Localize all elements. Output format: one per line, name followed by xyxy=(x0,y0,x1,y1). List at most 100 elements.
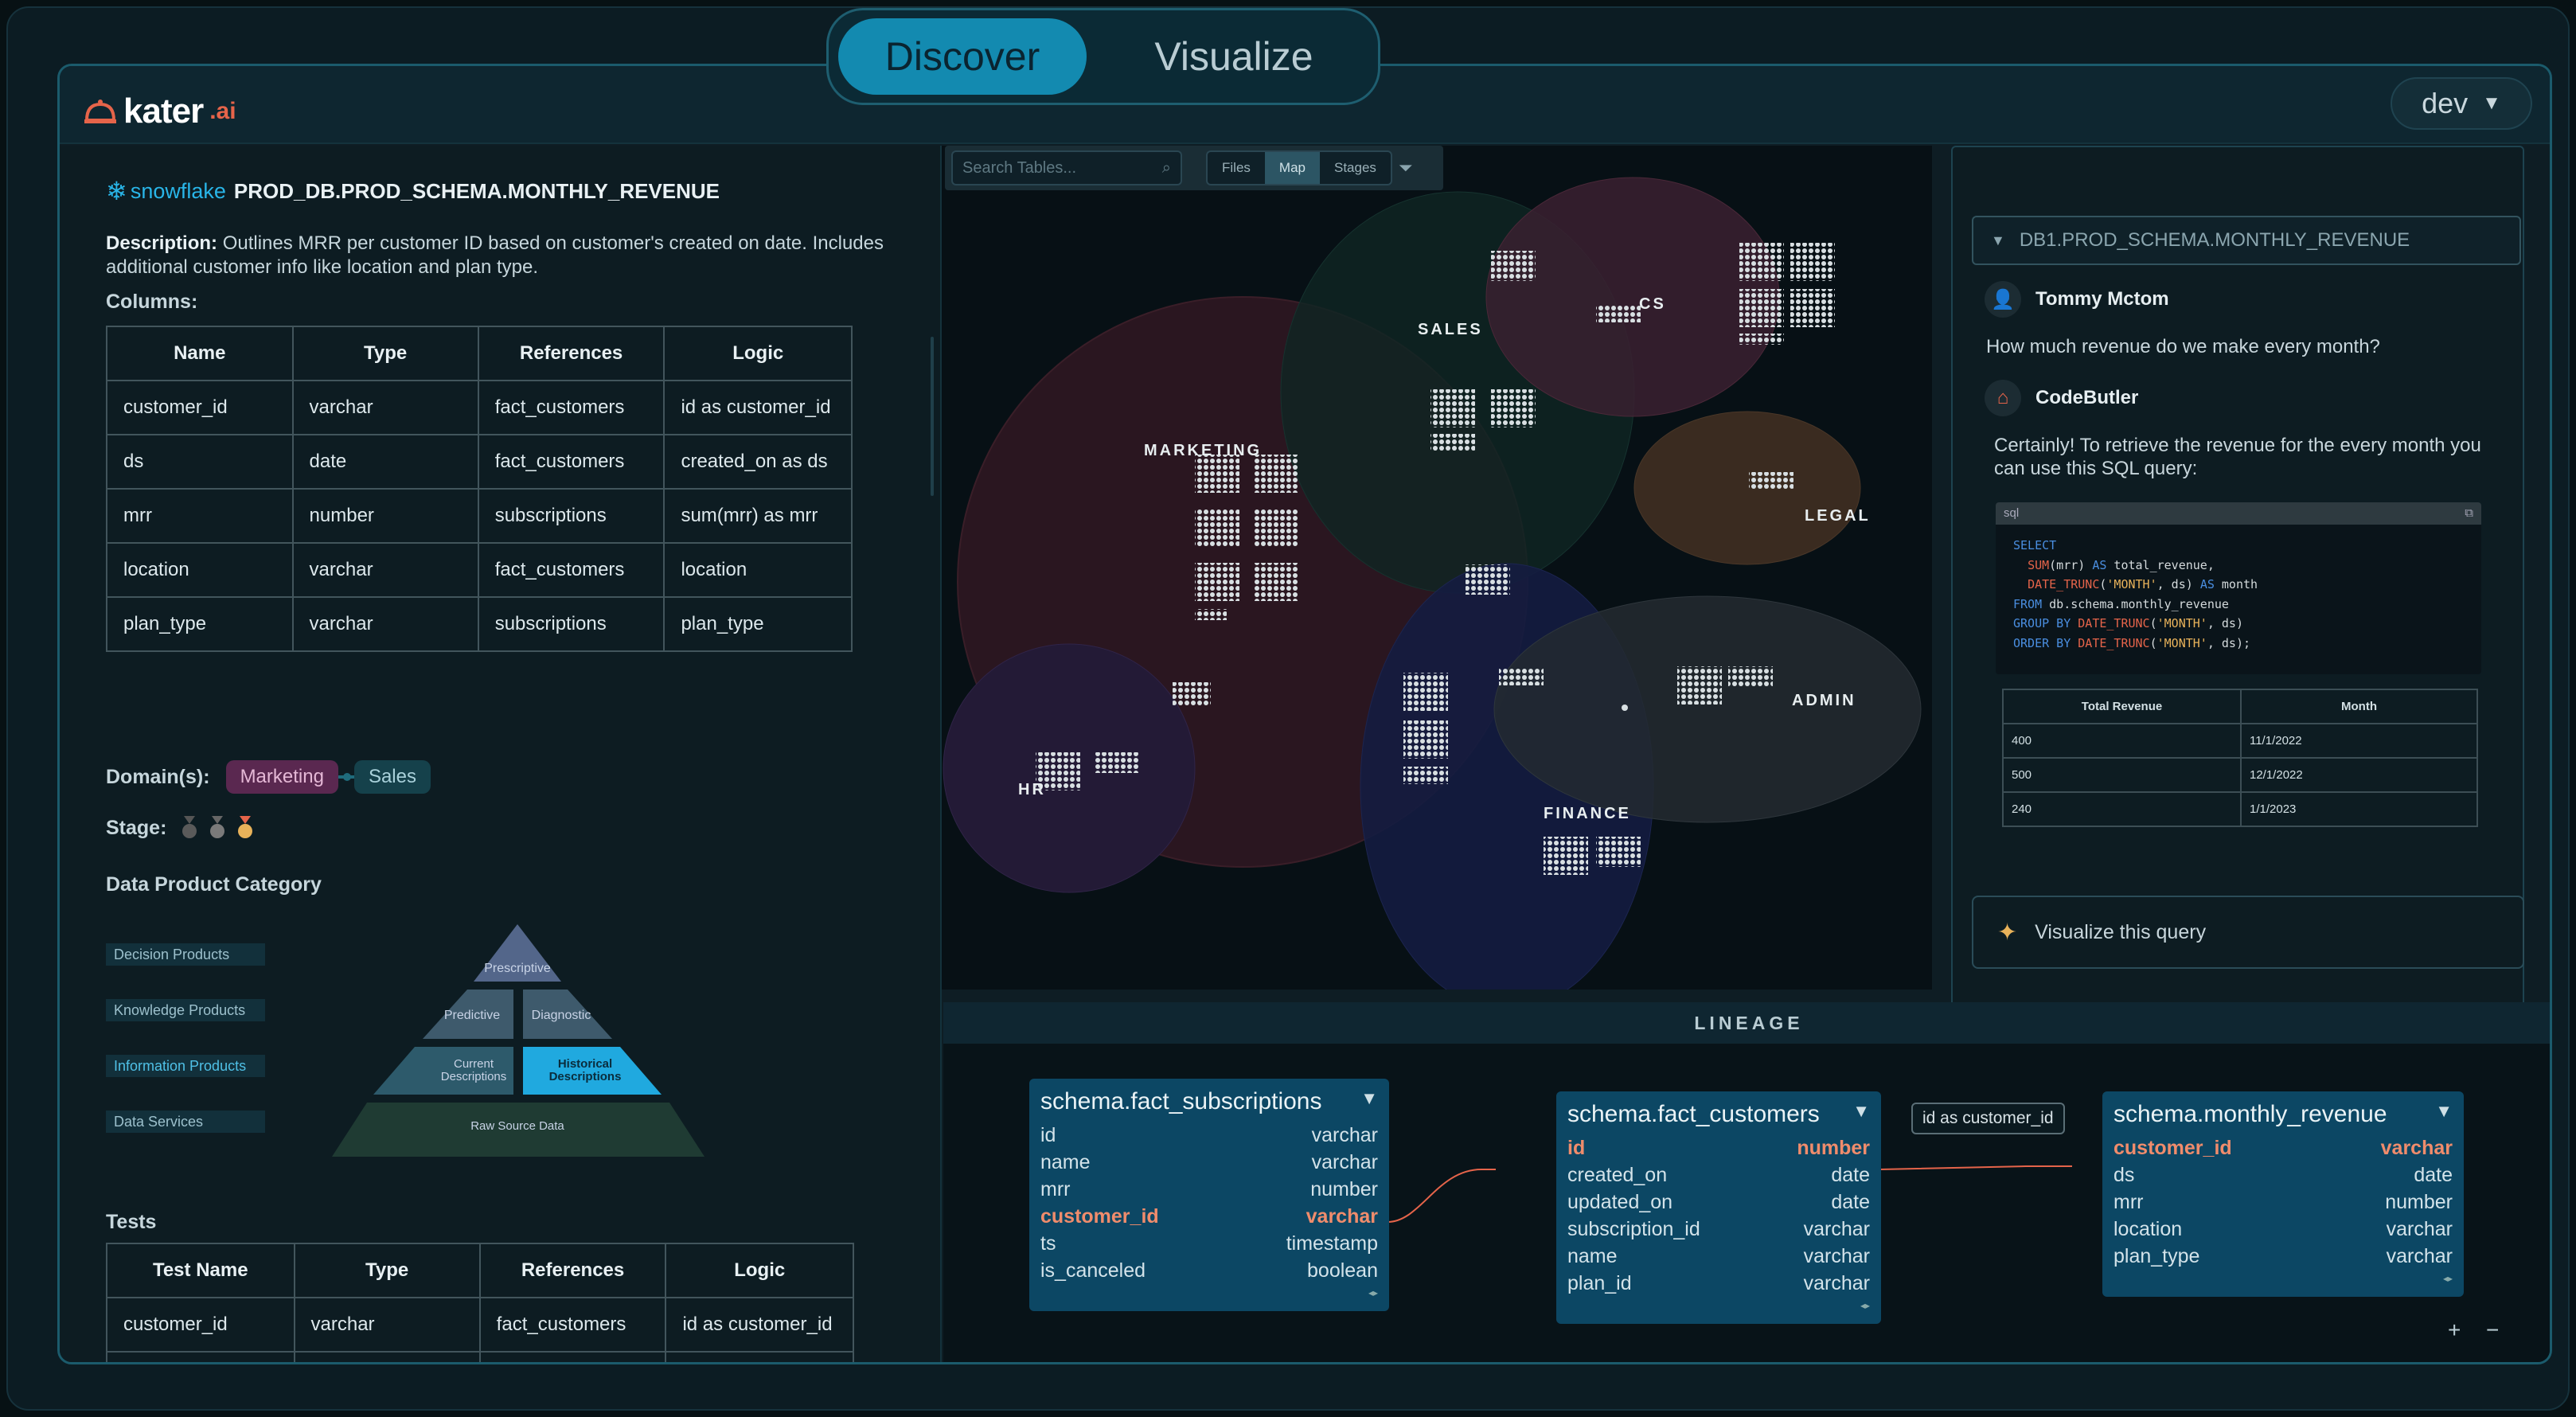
scrollbar-thumb[interactable] xyxy=(931,337,934,496)
column-header: Name xyxy=(106,326,294,381)
view-stages[interactable]: Stages xyxy=(1320,152,1391,184)
table-row: customer_id varchar fact_customers id as cu… xyxy=(106,380,853,435)
table-cluster[interactable] xyxy=(1403,767,1448,784)
user-icon: 👤 xyxy=(1985,281,2021,318)
table-cell: 1/1/2023 xyxy=(2239,791,2479,827)
table-cluster[interactable] xyxy=(1790,243,1835,281)
table-cluster[interactable] xyxy=(1728,666,1773,687)
domain-pill-sales[interactable]: Sales xyxy=(353,760,431,794)
table-cluster[interactable] xyxy=(1499,668,1544,685)
table-cluster[interactable] xyxy=(1544,837,1588,875)
domain-label-hr: HR xyxy=(1018,781,1046,798)
dataset-select[interactable]: ▼ DB1.PROD_SCHEMA.MONTHLY_REVENUE xyxy=(1972,216,2521,265)
field-type: varchar xyxy=(2386,1245,2453,1267)
pyramid-label-diagnostic: Diagnostic xyxy=(532,1009,591,1022)
node-title: schema.monthly_revenue ▼ xyxy=(2113,1101,2453,1128)
table-row: dsdatefact_customerscreated_on as ds xyxy=(106,1351,854,1362)
field-type: varchar xyxy=(2386,1218,2453,1240)
table-cluster[interactable] xyxy=(1254,563,1298,601)
domain-bubble-legal[interactable] xyxy=(1633,411,1861,565)
table-cluster[interactable] xyxy=(1491,251,1536,281)
table-cluster[interactable] xyxy=(1677,666,1722,705)
field-name: id xyxy=(1040,1124,1056,1146)
table-cluster[interactable] xyxy=(1254,455,1298,493)
category-information: Information Products xyxy=(106,1055,265,1077)
chat-panel: ▼ DB1.PROD_SCHEMA.MONTHLY_REVENUE 👤 Tommy … xyxy=(1951,146,2524,1007)
chevron-down-icon[interactable]: ▼ xyxy=(1852,1101,1870,1128)
top-nav: Discover Visualize xyxy=(826,8,1380,105)
table-cluster[interactable] xyxy=(1596,305,1641,322)
table-cell: customer_id xyxy=(106,1297,295,1353)
table-cluster[interactable] xyxy=(1430,389,1475,427)
table-node[interactable] xyxy=(1622,705,1628,711)
table-cluster[interactable] xyxy=(1739,334,1784,345)
table-cell: plan_type xyxy=(106,596,294,652)
bot-header: ⌂ CodeButler xyxy=(1985,380,2138,416)
table-cluster[interactable] xyxy=(1173,682,1211,706)
table-cell: customer_id xyxy=(106,380,294,435)
table-cluster[interactable] xyxy=(1195,609,1227,620)
table-cluster[interactable] xyxy=(1430,434,1475,451)
tab-visualize[interactable]: Visualize xyxy=(1110,18,1357,95)
lineage-node-fact-subscriptions[interactable]: schema.fact_subscriptions ▼ id varchar name v… xyxy=(1029,1079,1389,1311)
field-type: boolean xyxy=(1307,1259,1378,1282)
node-field: mrr number xyxy=(1040,1176,1378,1203)
dataset-title: ❄ snowflake PROD_DB.PROD_SCHEMA.MONTHLY_R… xyxy=(106,176,720,206)
table-cluster[interactable] xyxy=(1195,455,1239,493)
table-cluster[interactable] xyxy=(1491,389,1536,427)
field-name: customer_id xyxy=(1040,1205,1159,1228)
field-name: name xyxy=(1567,1245,1618,1267)
table-cell: 500 xyxy=(2002,757,2242,793)
view-files[interactable]: Files xyxy=(1208,152,1265,184)
chevron-down-icon[interactable]: ▼ xyxy=(2435,1101,2453,1128)
node-field: customer_id varchar xyxy=(1040,1203,1378,1230)
pyramid-label-base: Raw Source Data xyxy=(470,1120,564,1133)
table-cluster[interactable] xyxy=(1403,720,1448,759)
table-cluster[interactable] xyxy=(1739,243,1784,281)
table-cluster[interactable] xyxy=(1790,289,1835,327)
lineage-node-fact-customers[interactable]: schema.fact_customers ▼ id number created_on… xyxy=(1556,1091,1881,1324)
domain-pill-marketing[interactable]: Marketing xyxy=(225,760,338,794)
node-field: is_canceled boolean xyxy=(1040,1257,1378,1284)
tab-discover[interactable]: Discover xyxy=(838,18,1087,95)
code-language: sql xyxy=(2004,506,2020,520)
pyramid-label-predictive: Predictive xyxy=(444,1009,500,1022)
node-field: id varchar xyxy=(1040,1122,1378,1149)
table-row: location varchar fact_customers location xyxy=(106,542,853,598)
filter-icon[interactable]: ⏷ xyxy=(1399,158,1413,178)
table-cell: location xyxy=(106,542,294,598)
table-cluster[interactable] xyxy=(1403,673,1448,711)
table-cell: date xyxy=(293,1351,481,1362)
table-cluster[interactable] xyxy=(1466,564,1510,595)
table-cell: ds xyxy=(106,1351,295,1362)
visualize-query-button[interactable]: ✦ Visualize this query xyxy=(1972,896,2524,969)
column-header: Logic xyxy=(663,326,853,381)
map-canvas xyxy=(943,177,1922,990)
table-cell: date xyxy=(291,434,479,490)
chevron-down-icon[interactable]: ▼ xyxy=(1360,1088,1378,1115)
view-map[interactable]: Map xyxy=(1264,152,1320,184)
silver-medal-icon xyxy=(210,816,225,839)
field-name: is_canceled xyxy=(1040,1259,1146,1282)
search-input[interactable]: Search Tables... ⌕ xyxy=(951,150,1182,185)
zoom-out-button[interactable]: − xyxy=(2486,1317,2499,1343)
env-select[interactable]: dev ▼ xyxy=(2391,77,2532,130)
zoom-in-button[interactable]: + xyxy=(2448,1317,2461,1343)
field-name: id xyxy=(1567,1137,1586,1159)
table-row: 240 1/1/2023 xyxy=(2002,791,2479,827)
domain-bubble-cs[interactable] xyxy=(1485,177,1780,417)
table-cluster[interactable] xyxy=(1195,563,1239,601)
table-cluster[interactable] xyxy=(1749,472,1793,490)
copy-icon[interactable]: ⧉ xyxy=(2465,502,2473,525)
domain-bubble-admin[interactable] xyxy=(1493,595,1922,823)
field-type: varchar xyxy=(1803,1218,1870,1240)
table-cluster[interactable] xyxy=(1095,752,1139,773)
table-cluster[interactable] xyxy=(1254,509,1298,547)
table-cluster[interactable] xyxy=(1596,837,1641,867)
node-field: plan_id varchar xyxy=(1567,1270,1870,1297)
column-header: Total Revenue xyxy=(2002,689,2242,724)
table-cluster[interactable] xyxy=(1195,509,1239,547)
table-cluster[interactable] xyxy=(1739,289,1784,327)
domain-label-sales: SALES xyxy=(1418,321,1483,338)
lineage-node-monthly-revenue[interactable]: schema.monthly_revenue ▼ customer_id varcha… xyxy=(2102,1091,2464,1297)
